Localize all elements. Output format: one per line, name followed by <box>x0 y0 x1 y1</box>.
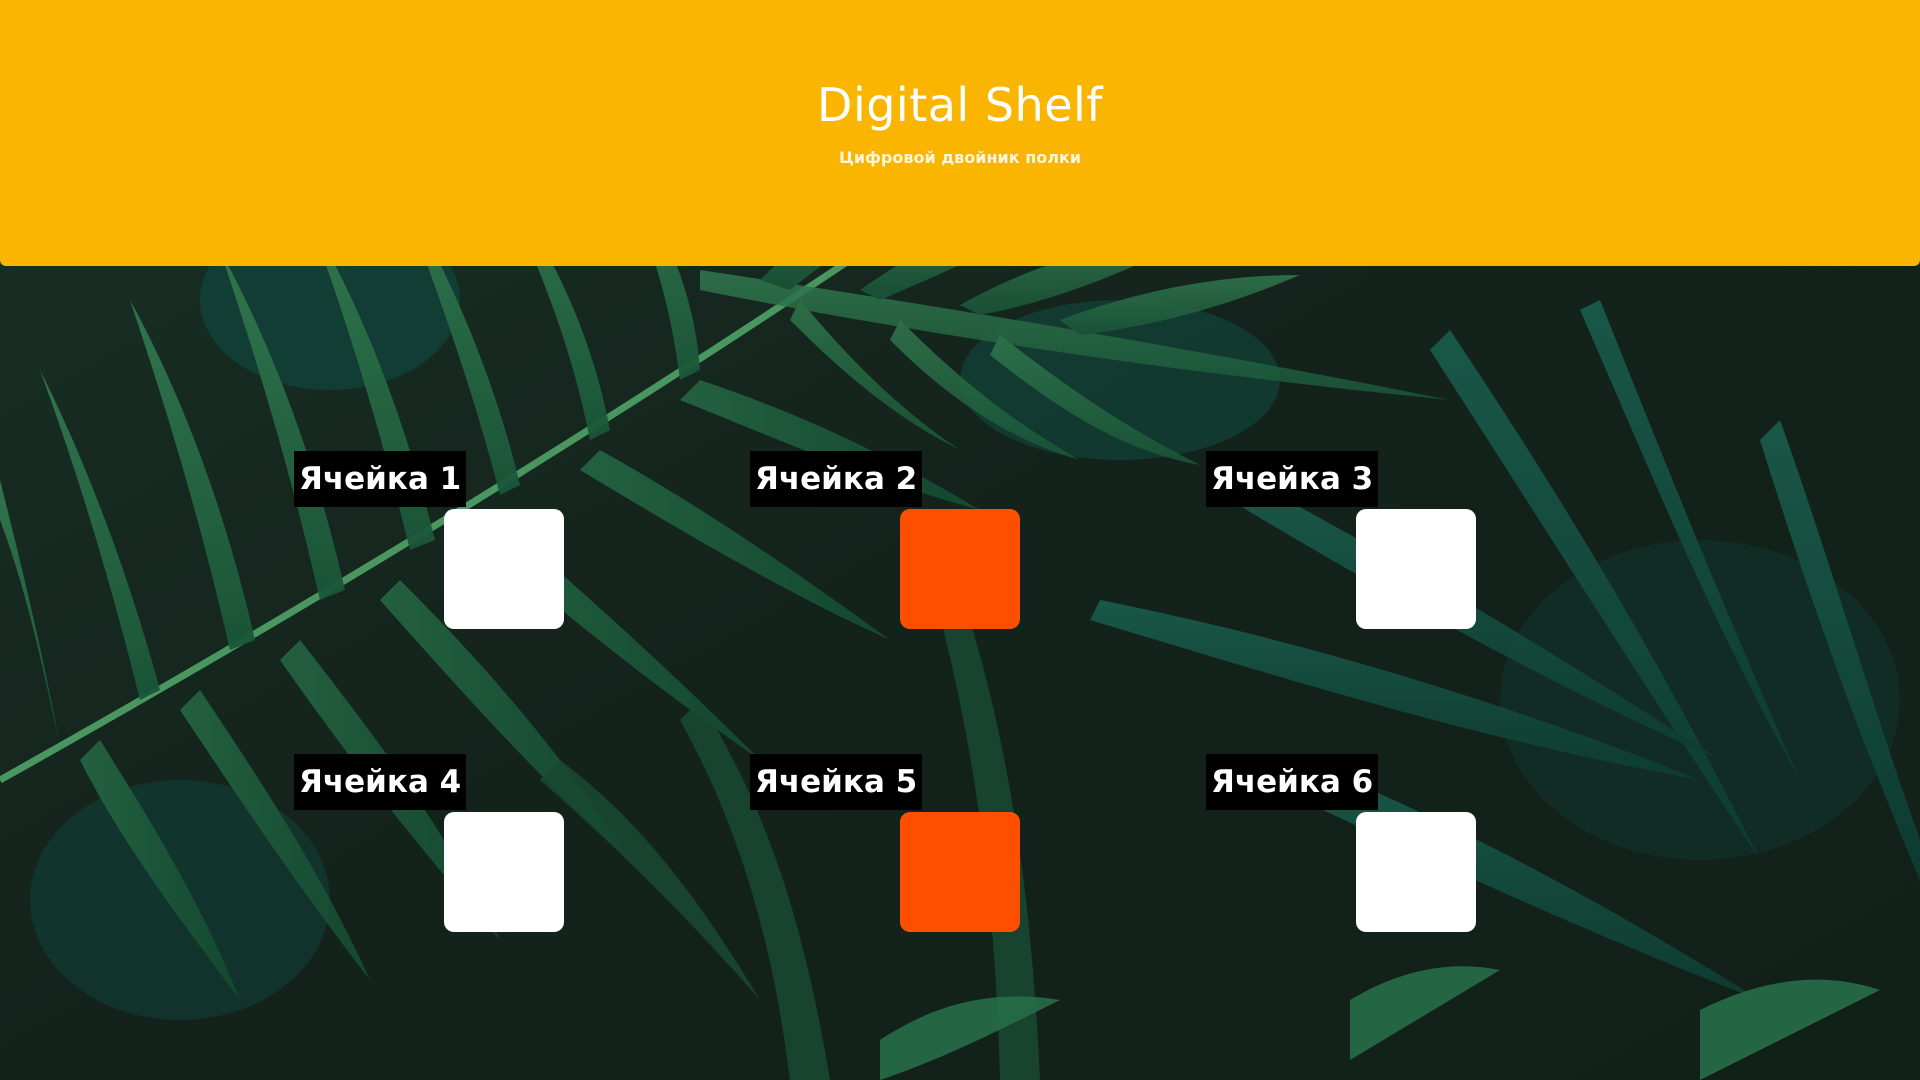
shelf-cell-5: Ячейка 5 <box>750 754 1030 944</box>
app-header: Digital Shelf Цифровой двойник полки <box>0 0 1920 266</box>
shelf-cell-2: Ячейка 2 <box>750 451 1030 641</box>
cell-status-indicator[interactable] <box>900 812 1020 932</box>
cell-status-indicator[interactable] <box>444 812 564 932</box>
cell-label: Ячейка 6 <box>1206 754 1379 810</box>
shelf-cell-3: Ячейка 3 <box>1206 451 1486 641</box>
cell-label: Ячейка 1 <box>294 451 467 507</box>
cell-label: Ячейка 5 <box>750 754 923 810</box>
page-title: Digital Shelf <box>817 78 1103 132</box>
cell-label: Ячейка 4 <box>294 754 467 810</box>
cell-status-indicator[interactable] <box>1356 509 1476 629</box>
cell-label: Ячейка 2 <box>750 451 923 507</box>
digital-shelf-page: Digital Shelf Цифровой двойник полки Яче… <box>0 0 1920 1080</box>
cell-status-indicator[interactable] <box>900 509 1020 629</box>
shelf-cell-1: Ячейка 1 <box>294 451 574 641</box>
page-subtitle: Цифровой двойник полки <box>838 148 1082 167</box>
shelf-cell-4: Ячейка 4 <box>294 754 574 944</box>
shelf-cell-6: Ячейка 6 <box>1206 754 1486 944</box>
cell-label: Ячейка 3 <box>1206 451 1379 507</box>
cell-status-indicator[interactable] <box>444 509 564 629</box>
cell-status-indicator[interactable] <box>1356 812 1476 932</box>
